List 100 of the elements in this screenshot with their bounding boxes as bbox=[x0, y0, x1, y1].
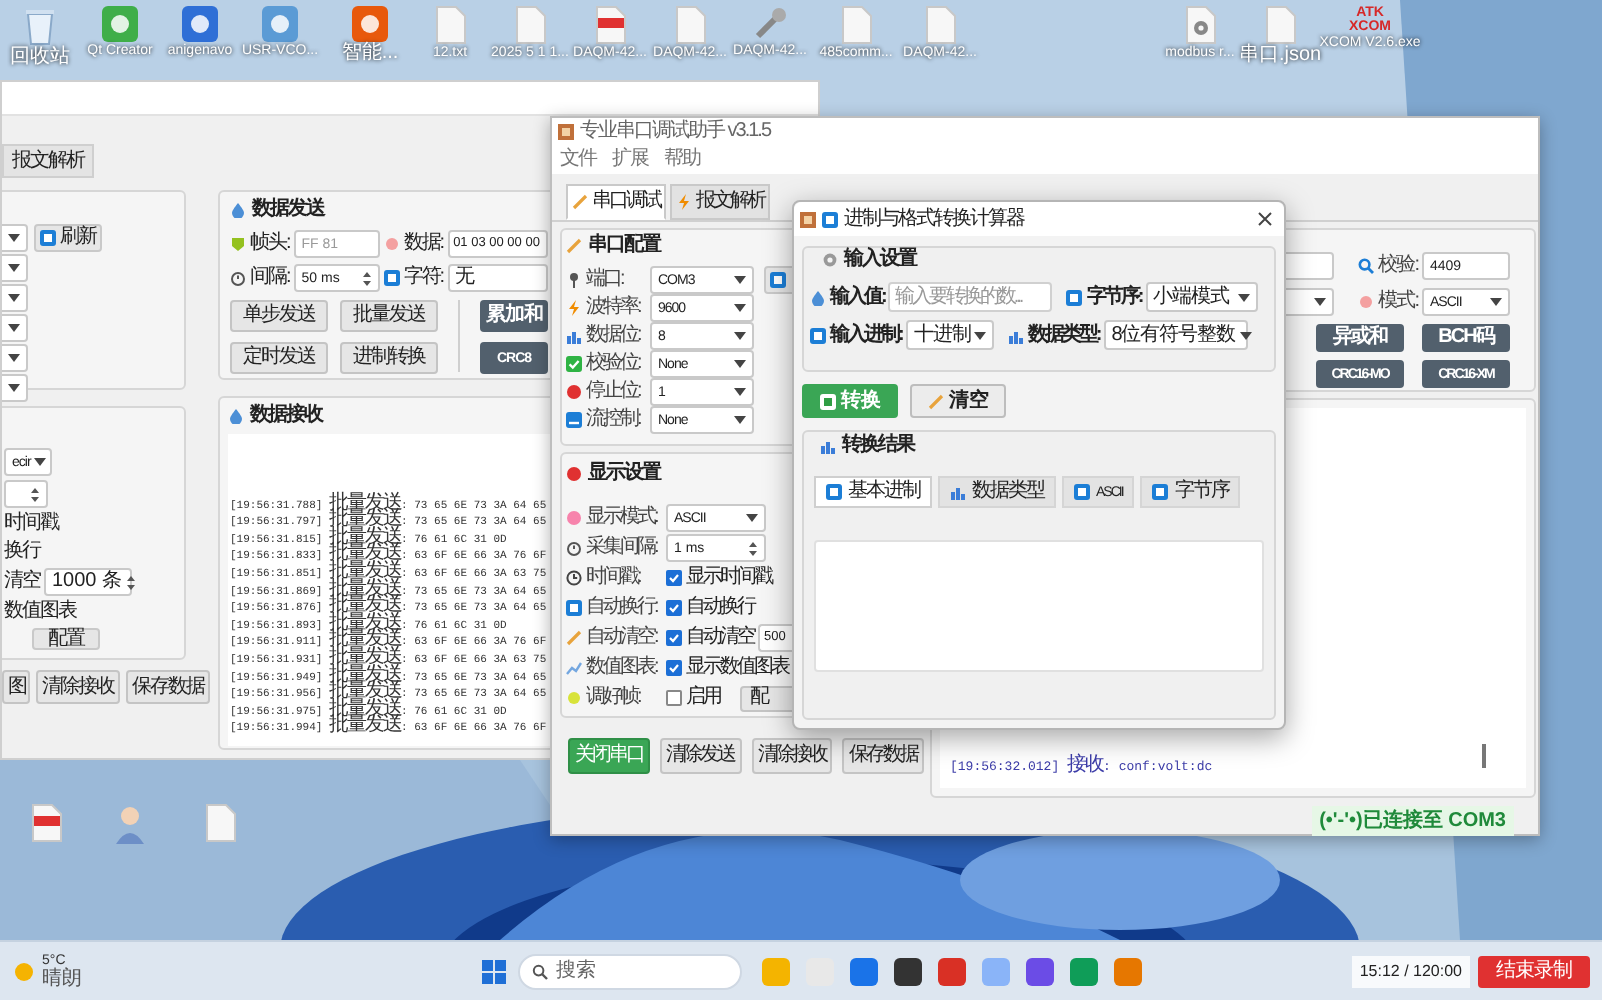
button[interactable]: 保存数据 bbox=[842, 738, 924, 774]
input-field[interactable]: 无 bbox=[447, 264, 548, 292]
search-field[interactable]: 搜索 bbox=[518, 953, 742, 989]
tab[interactable]: 报文解析 bbox=[670, 184, 770, 220]
tab[interactable]: 字节序 bbox=[1140, 476, 1241, 508]
button[interactable]: 保存数据 bbox=[126, 670, 210, 704]
search-icon bbox=[1358, 258, 1375, 274]
spin-arrows-icon bbox=[126, 573, 137, 591]
button[interactable]: 定时发送 bbox=[230, 342, 328, 374]
gear-document-icon[interactable] bbox=[1185, 6, 1215, 44]
menu-item[interactable]: 扩展 bbox=[612, 150, 648, 170]
field-label: 字符: bbox=[403, 268, 444, 288]
dropdown[interactable]: 8位有符号整数 bbox=[1103, 320, 1248, 350]
close-icon[interactable] bbox=[1258, 212, 1272, 226]
caret-icon bbox=[746, 514, 758, 522]
field-label: 字节序: bbox=[1086, 287, 1142, 307]
pencil-icon bbox=[566, 630, 582, 646]
config-button[interactable]: 配置 bbox=[32, 628, 100, 650]
refresh-button[interactable]: 刷新 bbox=[34, 224, 102, 252]
app-icon[interactable] bbox=[894, 957, 922, 985]
drop-icon bbox=[230, 202, 246, 218]
dropdown[interactable] bbox=[2, 254, 28, 282]
checkbox[interactable] bbox=[666, 690, 682, 706]
square-icon bbox=[826, 484, 842, 500]
group-title: 数据接收 bbox=[250, 406, 322, 426]
app-icon[interactable] bbox=[1026, 957, 1054, 985]
pencil-icon bbox=[572, 194, 588, 210]
dropdown[interactable] bbox=[2, 314, 28, 342]
dropdown[interactable]: 小端模式 bbox=[1145, 282, 1258, 312]
caret-icon bbox=[1239, 331, 1252, 339]
button[interactable]: 清除接收 bbox=[36, 670, 120, 704]
tab[interactable]: 基本进制 bbox=[814, 476, 932, 508]
pdf-file-icon[interactable] bbox=[595, 6, 625, 44]
scrollbar[interactable] bbox=[1482, 744, 1486, 768]
tool-icon[interactable] bbox=[752, 6, 788, 42]
tab[interactable]: 数据类型 bbox=[938, 476, 1056, 508]
square-icon bbox=[819, 393, 835, 409]
group-title: 转换结果 bbox=[842, 436, 914, 456]
dot-icon bbox=[566, 384, 582, 400]
caret-icon bbox=[734, 276, 746, 284]
timer-label: 15:12 / 120:00 bbox=[1351, 955, 1470, 987]
field-label: 校验位: bbox=[586, 354, 643, 374]
field-label: 时间戳: bbox=[586, 568, 643, 588]
caret-icon bbox=[734, 416, 746, 424]
field-label: 间隔: bbox=[250, 268, 290, 288]
checkbox[interactable] bbox=[666, 570, 682, 586]
caret-icon bbox=[734, 360, 746, 368]
caret-icon bbox=[8, 234, 20, 242]
stopwatch-icon bbox=[566, 540, 582, 556]
bar-chart-icon bbox=[820, 438, 836, 454]
spin-arrows-icon bbox=[30, 485, 40, 503]
button[interactable]: 异或和 bbox=[1316, 324, 1404, 352]
square-icon bbox=[770, 272, 786, 288]
clear-button[interactable]: 清空 bbox=[910, 384, 1006, 418]
input-field[interactable]: 输入要转换的数... bbox=[888, 282, 1053, 312]
recycle-bin-icon[interactable] bbox=[22, 6, 58, 46]
group-title: 串口配置 bbox=[588, 236, 660, 256]
caret-icon bbox=[734, 332, 746, 340]
checkbox[interactable] bbox=[666, 630, 682, 646]
field-label: 波特率: bbox=[586, 298, 643, 318]
person-figure-icon[interactable] bbox=[112, 804, 148, 844]
button[interactable]: 单步发送 bbox=[230, 300, 328, 332]
circle-icon bbox=[566, 510, 582, 526]
gear-icon bbox=[822, 252, 838, 268]
button[interactable]: 批量发送 bbox=[340, 300, 438, 332]
checkbox[interactable] bbox=[666, 660, 682, 676]
pdf-file-icon[interactable] bbox=[31, 804, 61, 842]
spin-arrows-icon bbox=[361, 269, 372, 287]
tab[interactable]: 报文解析 bbox=[2, 144, 94, 178]
field-label: 停止位: bbox=[586, 382, 643, 402]
dropdown[interactable]: 十进制 bbox=[905, 320, 994, 350]
button[interactable]: 累加和 bbox=[480, 300, 548, 332]
menu-item[interactable]: 帮助 bbox=[664, 150, 700, 170]
button[interactable]: 图 bbox=[2, 670, 30, 704]
spin-box[interactable]: 1000 条 bbox=[44, 568, 132, 596]
button[interactable]: 清除发送 bbox=[659, 738, 741, 774]
button[interactable]: 清除接收 bbox=[751, 738, 833, 774]
tab[interactable]: 串口调试 bbox=[566, 184, 666, 220]
dropdown[interactable] bbox=[2, 374, 28, 402]
button[interactable]: BCH码 bbox=[1422, 324, 1510, 352]
checkbox[interactable] bbox=[666, 600, 682, 616]
document-icon[interactable] bbox=[205, 804, 235, 842]
start-icon[interactable] bbox=[482, 959, 506, 983]
field-label: 数值图表: bbox=[586, 658, 660, 678]
dropdown[interactable] bbox=[2, 284, 28, 312]
drop-icon bbox=[228, 408, 244, 424]
button[interactable]: 进制转换 bbox=[340, 342, 438, 374]
field-label: 数据: bbox=[403, 234, 444, 254]
stop-recording-button[interactable]: 结束录制 bbox=[1478, 955, 1590, 987]
dropdown[interactable] bbox=[2, 344, 28, 372]
square-icon bbox=[566, 412, 582, 428]
caret-icon bbox=[8, 294, 20, 302]
sun-icon bbox=[566, 690, 582, 706]
dropdown[interactable] bbox=[2, 224, 28, 252]
check-square-icon bbox=[566, 356, 582, 372]
pencil-icon bbox=[566, 238, 582, 254]
drop-icon bbox=[810, 289, 826, 305]
spin-box[interactable] bbox=[4, 480, 48, 508]
bar-chart-icon bbox=[566, 328, 582, 344]
menu-item[interactable]: 文件 bbox=[560, 150, 596, 170]
